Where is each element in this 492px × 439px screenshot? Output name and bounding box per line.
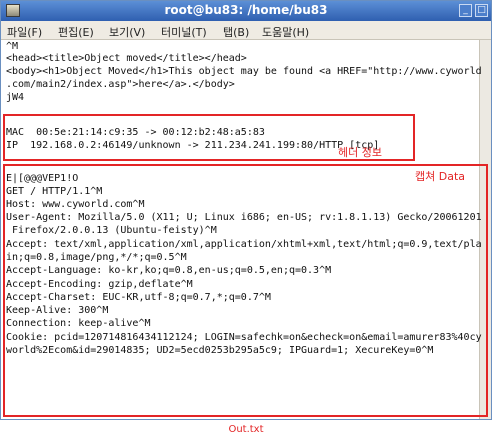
figure-caption: Out.txt (228, 424, 264, 435)
ip-line: IP 192.168.0.2:46149/unknown -> 211.234.… (6, 140, 380, 151)
minimize-button[interactable]: _ (459, 4, 472, 17)
capture-line: Keep-Alive: 300^M (6, 305, 109, 316)
menu-help[interactable]: 도움말(H) (262, 24, 309, 40)
menu-edit[interactable]: 편집(E) (58, 24, 94, 40)
mac-line: MAC 00:5e:21:14:c9:35 -> 00:12:b2:48:a5:… (6, 127, 265, 138)
terminal-line: jW4 (6, 92, 25, 103)
terminal-line: <body><h1>Object Moved</h1>This object m… (6, 66, 482, 77)
capture-line: User-Agent: Mozilla/5.0 (X11; U; Linux i… (6, 212, 482, 223)
terminal-line: <head><title>Object moved</title></head> (6, 53, 247, 64)
capture-data-label: 캡쳐 Data (415, 170, 466, 183)
capture-line: world%2Ecom&id=29014835; UD2=5ecd0253b29… (6, 345, 434, 356)
capture-line: Firefox/2.0.0.13 (Ubuntu-feisty)^M (6, 225, 217, 236)
capture-line: Accept-Charset: EUC-KR,utf-8;q=0.7,*;q=0… (6, 292, 271, 303)
menu-tabs[interactable]: 탭(B) (223, 24, 249, 40)
capture-line: Accept-Language: ko-kr,ko;q=0.8,en-us;q=… (6, 265, 332, 276)
capture-line: Host: www.cyworld.com^M (6, 199, 145, 210)
capture-line: Accept: text/xml,application/xml,applica… (6, 239, 482, 250)
maximize-button[interactable]: □ (475, 4, 488, 17)
menu-view[interactable]: 보기(V) (109, 24, 145, 40)
menu-file[interactable]: 파일(F) (7, 24, 42, 40)
capture-line: E|[@@@VEP1!O (6, 173, 79, 184)
menu-terminal[interactable]: 터미널(T) (161, 24, 207, 40)
terminal-line: ^M (6, 41, 19, 52)
title-bar[interactable]: root@bu83: /home/bu83 _ □ (1, 1, 491, 21)
header-info-label: 헤더 정보 (338, 146, 382, 159)
capture-line: GET / HTTP/1.1^M (6, 186, 103, 197)
menu-bar: 파일(F) 편집(E) 보기(V) 터미널(T) 탭(B) 도움말(H) (1, 21, 491, 40)
capture-line: Accept-Encoding: gzip,deflate^M (6, 279, 193, 290)
window-title: root@bu83: /home/bu83 (164, 3, 328, 17)
capture-line: in;q=0.8,image/png,*/*;q=0.5^M (6, 252, 187, 263)
capture-line: Connection: keep-alive^M (6, 318, 151, 329)
terminal-line: .com/main2/index.asp">here</a>.</body> (6, 79, 235, 90)
capture-line: Cookie: pcid=120714816434112124; LOGIN=s… (6, 332, 482, 343)
